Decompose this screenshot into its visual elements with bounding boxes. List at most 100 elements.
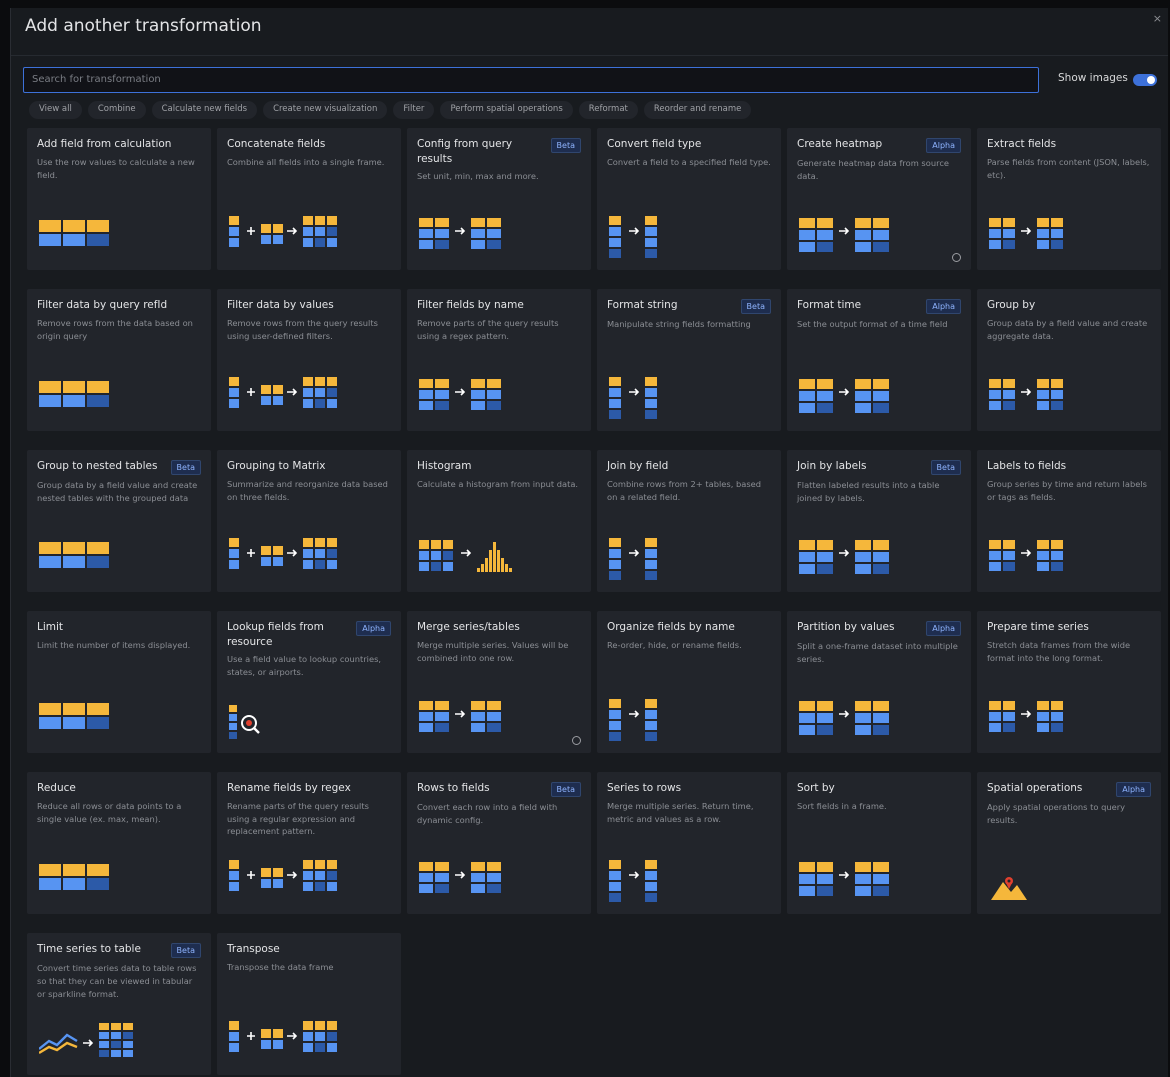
- transformation-card-group-to-nested-tables[interactable]: Group to nested tables Beta Group data by …: [27, 450, 211, 592]
- filter-refid-icon: [39, 375, 149, 419]
- card-header: Filter data by values: [227, 298, 391, 313]
- info-icon[interactable]: [952, 253, 961, 262]
- card-title: Format time: [797, 299, 862, 311]
- group-by-icon: [989, 375, 1099, 419]
- card-header: Series to rows: [607, 781, 771, 796]
- close-icon[interactable]: ×: [1153, 12, 1162, 25]
- card-description: Parse fields from content (JSON, labels,…: [987, 156, 1150, 180]
- card-title: Extract fields: [987, 138, 1057, 150]
- transformation-card-group-by[interactable]: Group by Group data by a field value and …: [977, 289, 1161, 431]
- card-header: Extract fields: [987, 137, 1151, 152]
- transformation-card-filter-data-by-values[interactable]: Filter data by values Remove rows from th…: [217, 289, 401, 431]
- card-description: Manipulate string fields formatting: [607, 319, 751, 329]
- card-header: Convert field type: [607, 137, 771, 152]
- card-description: Summarize and reorganize data based on t…: [227, 478, 388, 502]
- card-description: Re-order, hide, or rename fields.: [607, 639, 742, 650]
- card-title: Join by field: [607, 460, 669, 472]
- transformation-card-limit[interactable]: Limit Limit the number of items displayed…: [27, 611, 211, 753]
- map-pin-icon: [989, 858, 1029, 902]
- status-badge: Alpha: [926, 138, 961, 153]
- config-query-icon: [419, 214, 529, 258]
- card-description: Merge multiple series. Values will be co…: [417, 639, 569, 663]
- transformation-card-join-by-labels[interactable]: Join by labels Beta Flatten labeled result…: [787, 450, 971, 592]
- heatmap-icon: [799, 214, 909, 258]
- transformation-card-reduce[interactable]: Reduce Reduce all rows or data points to …: [27, 772, 211, 914]
- filter-chip-filter[interactable]: Filter: [393, 101, 435, 119]
- status-badge: Beta: [550, 782, 581, 797]
- status-badge: Beta: [740, 299, 771, 314]
- card-title: Create heatmap: [797, 138, 883, 150]
- status-badge: Alpha: [926, 621, 961, 636]
- filter-values-icon: [229, 375, 339, 419]
- card-header: Add field from calculation: [37, 137, 201, 152]
- show-images-toggle[interactable]: [1133, 74, 1157, 86]
- transformation-card-rename-fields-by-regex[interactable]: Rename fields by regex Rename parts of th…: [217, 772, 401, 914]
- transformation-card-format-string[interactable]: Format string Beta Manipulate string field…: [597, 289, 781, 431]
- transformation-card-config-from-query-results[interactable]: Config from query results Beta Set unit, m…: [407, 128, 591, 270]
- card-header: Merge series/tables: [417, 620, 581, 635]
- merge-icon: [419, 697, 529, 741]
- filter-chip-reformat[interactable]: Reformat: [578, 101, 638, 119]
- reduce-icon: [39, 858, 149, 902]
- filter-chip-reorder-and-rename[interactable]: Reorder and rename: [643, 101, 752, 119]
- card-title: Group to nested tables: [37, 460, 158, 472]
- card-title: Rename fields by regex: [227, 782, 351, 794]
- search-input[interactable]: Search for transformation: [23, 67, 1039, 93]
- format-time-icon: [799, 375, 909, 419]
- card-description: Generate heatmap data from source data.: [797, 158, 949, 181]
- rows-fields-icon: [419, 858, 529, 902]
- transformation-card-histogram[interactable]: Histogram Calculate a histogram from inpu…: [407, 450, 591, 592]
- transformation-card-format-time[interactable]: Format time Alpha Set the output format of…: [787, 289, 971, 431]
- filter-chip-calculate-new-fields[interactable]: Calculate new fields: [151, 101, 258, 119]
- card-title: Organize fields by name: [607, 621, 735, 633]
- card-title: Labels to fields: [987, 460, 1067, 472]
- card-header: Histogram: [417, 459, 581, 474]
- card-description: Remove rows from the data based on origi…: [37, 317, 193, 341]
- card-header: Limit: [37, 620, 201, 635]
- transformation-card-extract-fields[interactable]: Extract fields Parse fields from content …: [977, 128, 1161, 270]
- card-header: Config from query results Beta: [417, 137, 581, 166]
- transformation-card-series-to-rows[interactable]: Series to rows Merge multiple series. Ret…: [597, 772, 781, 914]
- transformation-card-filter-data-by-query-refid[interactable]: Filter data by query refId Remove rows fr…: [27, 289, 211, 431]
- transformation-card-labels-to-fields[interactable]: Labels to fields Group series by time and…: [977, 450, 1161, 592]
- status-badge: Beta: [170, 943, 201, 958]
- transformation-card-join-by-field[interactable]: Join by field Combine rows from 2+ tables…: [597, 450, 781, 592]
- concatenate-icon: [229, 214, 339, 258]
- card-title: Filter data by values: [227, 299, 334, 311]
- filter-chips: View all Combine Calculate new fields Creat…: [29, 101, 752, 119]
- filter-chip-combine[interactable]: Combine: [87, 101, 146, 119]
- transformation-card-prepare-time-series[interactable]: Prepare time series Stretch data frames f…: [977, 611, 1161, 753]
- transformation-card-grouping-to-matrix[interactable]: Grouping to Matrix Summarize and reorgani…: [217, 450, 401, 592]
- card-header: Lookup fields from resource Alpha: [227, 620, 391, 649]
- transformation-card-rows-to-fields[interactable]: Rows to fields Beta Convert each row into …: [407, 772, 591, 914]
- card-description: Stretch data frames from the wide format…: [987, 639, 1131, 663]
- info-icon[interactable]: [572, 736, 581, 745]
- transformation-card-time-series-to-table[interactable]: Time series to table Beta Convert time ser…: [27, 933, 211, 1075]
- transformation-card-organize-fields-by-name[interactable]: Organize fields by name Re-order, hide, o…: [597, 611, 781, 753]
- card-header: Sort by: [797, 781, 961, 796]
- transformation-card-sort-by[interactable]: Sort by Sort fields in a frame.: [787, 772, 971, 914]
- transformation-card-convert-field-type[interactable]: Convert field type Convert a field to a s…: [597, 128, 781, 270]
- card-description: Reduce all rows or data points to a sing…: [37, 800, 182, 824]
- transformation-card-concatenate-fields[interactable]: Concatenate fields Combine all fields int…: [217, 128, 401, 270]
- organize-icon: [609, 697, 719, 741]
- transformation-card-transpose[interactable]: Transpose Transpose the data frame: [217, 933, 401, 1075]
- card-description: Apply spatial operations to query result…: [987, 802, 1126, 825]
- filter-chip-view-all[interactable]: View all: [29, 101, 82, 119]
- card-header: Filter data by query refId: [37, 298, 201, 313]
- card-title: Transpose: [227, 943, 280, 955]
- filter-chip-perform-spatial-operations[interactable]: Perform spatial operations: [440, 101, 573, 119]
- transformation-card-add-field-from-calculation[interactable]: Add field from calculation Use the row va…: [27, 128, 211, 270]
- card-header: Labels to fields: [987, 459, 1151, 474]
- transformation-card-spatial-operations[interactable]: Spatial operations Alpha Apply spatial ope…: [977, 772, 1161, 914]
- transformation-card-lookup-fields-from-resource[interactable]: Lookup fields from resource Alpha Use a fi…: [217, 611, 401, 753]
- filter-chip-create-new-visualization[interactable]: Create new visualization: [263, 101, 388, 119]
- transformation-card-partition-by-values[interactable]: Partition by values Alpha Split a one-fram…: [787, 611, 971, 753]
- transformation-card-filter-fields-by-name[interactable]: Filter fields by name Remove parts of the…: [407, 289, 591, 431]
- sort-icon: [799, 858, 909, 902]
- card-description: Use the row values to calculate a new fi…: [37, 156, 195, 180]
- transformation-card-merge-series-tables[interactable]: Merge series/tables Merge multiple series…: [407, 611, 591, 753]
- card-header: Create heatmap Alpha: [797, 137, 961, 153]
- transformation-card-create-heatmap[interactable]: Create heatmap Alpha Generate heatmap data…: [787, 128, 971, 270]
- card-title: Partition by values: [797, 621, 895, 633]
